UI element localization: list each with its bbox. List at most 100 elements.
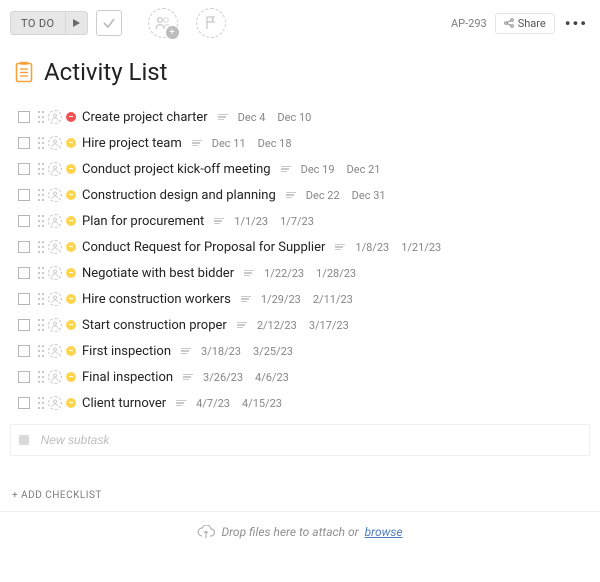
page-title[interactable]: Activity List [44, 58, 168, 86]
description-icon[interactable] [244, 270, 254, 277]
share-button[interactable]: Share [495, 13, 555, 34]
start-date[interactable]: Dec 22 [306, 189, 340, 202]
description-icon[interactable] [335, 244, 345, 251]
start-date[interactable]: 3/18/23 [201, 345, 241, 358]
priority-dot[interactable] [66, 164, 76, 174]
assignee-placeholder[interactable] [48, 110, 62, 124]
description-icon[interactable] [286, 192, 296, 199]
end-date[interactable]: 2/11/23 [313, 293, 353, 306]
drag-handle[interactable] [38, 137, 46, 149]
new-subtask-input[interactable] [39, 432, 581, 448]
assignee-placeholder[interactable] [48, 344, 62, 358]
assignee-placeholder[interactable] [48, 292, 62, 306]
task-name[interactable]: Start construction proper [82, 318, 227, 333]
description-icon[interactable] [214, 218, 224, 225]
end-date[interactable]: 1/7/23 [280, 215, 314, 228]
description-icon[interactable] [181, 348, 191, 355]
assignee-placeholder[interactable] [48, 370, 62, 384]
task-name[interactable]: Conduct Request for Proposal for Supplie… [82, 240, 325, 255]
description-icon[interactable] [281, 166, 291, 173]
description-icon[interactable] [241, 296, 251, 303]
start-date[interactable]: Dec 11 [212, 137, 246, 150]
start-date[interactable]: 4/7/23 [196, 397, 230, 410]
priority-dot[interactable] [66, 398, 76, 408]
assignee-placeholder[interactable] [48, 318, 62, 332]
drag-handle[interactable] [38, 163, 46, 175]
drag-handle[interactable] [38, 371, 46, 383]
start-date[interactable]: Dec 4 [238, 111, 266, 124]
complete-button[interactable] [96, 10, 122, 36]
drop-area[interactable]: Drop files here to attach or browse [0, 511, 600, 551]
assignee-placeholder[interactable] [48, 162, 62, 176]
task-name[interactable]: First inspection [82, 344, 171, 359]
start-date[interactable]: 1/8/23 [355, 241, 389, 254]
end-date[interactable]: 1/28/23 [316, 267, 356, 280]
browse-link[interactable]: browse [365, 525, 403, 539]
priority-dot[interactable] [66, 372, 76, 382]
end-date[interactable]: Dec 21 [347, 163, 381, 176]
start-date[interactable]: 3/26/23 [203, 371, 243, 384]
priority-dot[interactable] [66, 294, 76, 304]
task-name[interactable]: Hire project team [82, 136, 182, 151]
description-icon[interactable] [237, 322, 247, 329]
start-date[interactable]: 1/22/23 [264, 267, 304, 280]
task-checkbox[interactable] [18, 111, 30, 123]
drag-handle[interactable] [38, 241, 46, 253]
status-next-button[interactable] [66, 11, 88, 35]
add-checklist-button[interactable]: + ADD CHECKLIST [0, 456, 600, 511]
description-icon[interactable] [176, 400, 186, 407]
priority-dot[interactable] [66, 242, 76, 252]
task-name[interactable]: Hire construction workers [82, 292, 231, 307]
end-date[interactable]: 4/15/23 [242, 397, 282, 410]
more-button[interactable]: ••• [563, 14, 590, 33]
priority-dot[interactable] [66, 112, 76, 122]
description-icon[interactable] [183, 374, 193, 381]
task-checkbox[interactable] [18, 397, 30, 409]
end-date[interactable]: 3/17/23 [309, 319, 349, 332]
drag-handle[interactable] [38, 397, 46, 409]
task-checkbox[interactable] [18, 371, 30, 383]
task-name[interactable]: Plan for procurement [82, 214, 204, 229]
priority-dot[interactable] [66, 138, 76, 148]
task-checkbox[interactable] [18, 163, 30, 175]
drag-handle[interactable] [38, 319, 46, 331]
priority-add-button[interactable] [196, 8, 226, 38]
priority-dot[interactable] [66, 190, 76, 200]
task-checkbox[interactable] [18, 345, 30, 357]
priority-dot[interactable] [66, 346, 76, 356]
task-checkbox[interactable] [18, 241, 30, 253]
description-icon[interactable] [192, 140, 202, 147]
priority-dot[interactable] [66, 320, 76, 330]
start-date[interactable]: 1/29/23 [261, 293, 301, 306]
end-date[interactable]: Dec 18 [258, 137, 292, 150]
priority-dot[interactable] [66, 216, 76, 226]
drag-handle[interactable] [38, 267, 46, 279]
start-date[interactable]: Dec 19 [301, 163, 335, 176]
task-name[interactable]: Construction design and planning [82, 188, 276, 203]
task-checkbox[interactable] [18, 319, 30, 331]
start-date[interactable]: 2/12/23 [257, 319, 297, 332]
end-date[interactable]: Dec 10 [277, 111, 311, 124]
drag-handle[interactable] [38, 293, 46, 305]
new-subtask-input-row[interactable] [10, 424, 590, 456]
drag-handle[interactable] [38, 215, 46, 227]
task-checkbox[interactable] [18, 215, 30, 227]
drag-handle[interactable] [38, 111, 46, 123]
assignee-placeholder[interactable] [48, 214, 62, 228]
drag-handle[interactable] [38, 189, 46, 201]
end-date[interactable]: 1/21/23 [401, 241, 441, 254]
task-name[interactable]: Negotiate with best bidder [82, 266, 234, 281]
start-date[interactable]: 1/1/23 [234, 215, 268, 228]
drag-handle[interactable] [38, 345, 46, 357]
task-name[interactable]: Conduct project kick-off meeting [82, 162, 271, 177]
description-icon[interactable] [218, 114, 228, 121]
assignees-add-button[interactable]: + [148, 8, 178, 38]
assignee-placeholder[interactable] [48, 136, 62, 150]
status-button[interactable]: TO DO [10, 11, 66, 35]
task-checkbox[interactable] [18, 189, 30, 201]
task-name[interactable]: Client turnover [82, 396, 166, 411]
assignee-placeholder[interactable] [48, 240, 62, 254]
priority-dot[interactable] [66, 268, 76, 278]
task-name[interactable]: Final inspection [82, 370, 173, 385]
task-name[interactable]: Create project charter [82, 110, 208, 125]
